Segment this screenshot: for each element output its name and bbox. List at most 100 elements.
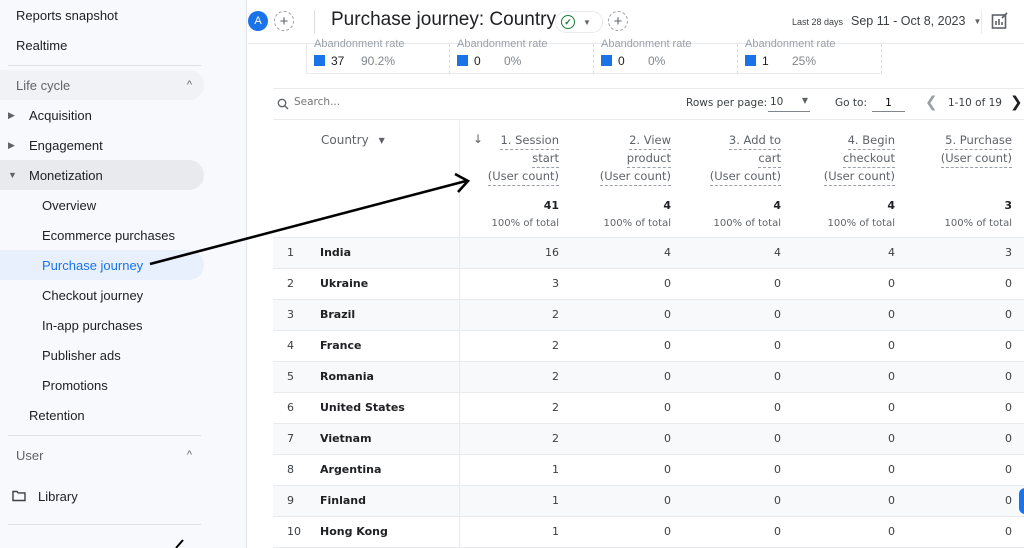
date-range-picker[interactable]: Sep 11 - Oct 8, 2023 ▼	[851, 14, 981, 28]
view-product-cell: 0	[664, 277, 671, 290]
row-index: 5	[287, 370, 294, 383]
sidebar-item-label: Overview	[42, 197, 97, 213]
sidebar-item-in-app-purchases[interactable]: In-app purchases	[0, 310, 204, 340]
date-range-label: Last 28 days	[792, 17, 844, 27]
sidebar-item-purchase-journey[interactable]: Purchase journey	[0, 250, 204, 280]
table-row[interactable]: 9 Finland 1 0 0 0 0	[273, 486, 1024, 517]
sidebar-item-reports-snapshot[interactable]: Reports snapshot	[16, 0, 118, 30]
country-cell: Romania	[320, 370, 374, 383]
caret-down-icon: ▼	[583, 17, 591, 27]
table-row[interactable]: 4 France 2 0 0 0 0	[273, 331, 1024, 362]
sidebar-item-label: In-app purchases	[42, 317, 143, 333]
table-row[interactable]: 8 Argentina 1 0 0 0 0	[273, 455, 1024, 486]
add-to-cart-cell: 0	[774, 339, 781, 352]
add-to-cart-cell: 0	[774, 432, 781, 445]
page-title: Purchase journey: Country	[331, 9, 556, 30]
abandonment-rate: 0%	[648, 54, 666, 68]
sidebar-item-monetization[interactable]: ▼ Monetization	[0, 160, 204, 190]
add-comparison-button[interactable]: +	[274, 11, 294, 31]
sidebar-item-label: Acquisition	[29, 107, 92, 123]
sidebar-item-overview[interactable]: Overview	[0, 190, 204, 220]
view-product-cell: 0	[664, 432, 671, 445]
legend-swatch	[745, 55, 756, 66]
sidebar-item-publisher-ads[interactable]: Publisher ads	[0, 340, 204, 370]
session-start-cell: 1	[552, 494, 559, 507]
folder-icon	[12, 490, 26, 502]
table-row[interactable]: 6 United States 2 0 0 0 0	[273, 393, 1024, 424]
sidebar-item-realtime[interactable]: Realtime	[16, 30, 67, 60]
column-total: 41	[543, 199, 559, 212]
dimension-header-dropdown[interactable]: Country ▼	[321, 133, 385, 147]
goto-label: Go to:	[835, 97, 867, 109]
column-total-pct: 100% of total	[944, 218, 1012, 229]
add-to-cart-cell: 0	[774, 525, 781, 538]
add-to-cart-cell: 0	[774, 370, 781, 383]
sidebar-item-engagement[interactable]: ▶ Engagement	[0, 130, 204, 160]
add-to-cart-cell: 0	[774, 494, 781, 507]
section-lifecycle-toggle[interactable]: Life cycle ^	[0, 70, 204, 100]
customize-report-icon[interactable]	[991, 12, 1009, 30]
column-header-purchase[interactable]: 5. Purchase (User count)	[933, 132, 1012, 168]
column-header-add-to-cart[interactable]: 3. Add to cart (User count)	[703, 132, 781, 186]
sidebar-item-library[interactable]: Library	[12, 481, 78, 511]
header-line: (User count)	[487, 168, 559, 186]
sidebar-item-acquisition[interactable]: ▶ Acquisition	[0, 100, 204, 130]
table-row[interactable]: 7 Vietnam 2 0 0 0 0	[273, 424, 1024, 455]
view-product-cell: 0	[664, 370, 671, 383]
table-row[interactable]: 2 Ukraine 3 0 0 0 0	[273, 269, 1024, 300]
goto-page-input[interactable]	[872, 94, 905, 112]
session-start-cell: 2	[552, 401, 559, 414]
sidebar-item-promotions[interactable]: Promotions	[0, 370, 204, 400]
sort-descending-icon[interactable]: ↓	[473, 132, 483, 146]
next-page-button[interactable]: ❯	[1010, 93, 1023, 111]
column-header-view-product[interactable]: 2. View product (User count)	[593, 132, 671, 186]
data-table: Country ▼ ↓ 1. Session start (User count…	[273, 121, 1024, 548]
country-cell: Brazil	[320, 308, 356, 321]
add-to-cart-cell: 0	[774, 308, 781, 321]
session-start-cell: 2	[552, 339, 559, 352]
abandonment-count: 0	[474, 54, 481, 68]
purchase-cell: 0	[1005, 432, 1012, 445]
view-product-cell: 0	[664, 525, 671, 538]
avatar[interactable]: A	[248, 11, 268, 31]
caret-down-icon: ▼	[378, 136, 385, 145]
previous-page-button[interactable]: ❮	[925, 93, 938, 111]
purchase-cell: 0	[1005, 494, 1012, 507]
section-label: User	[16, 447, 44, 463]
add-filter-button[interactable]: +	[608, 11, 628, 31]
summary-label: Abandonment rate	[601, 38, 692, 50]
summary-label: Abandonment rate	[457, 38, 548, 50]
sidebar-item-checkout-journey[interactable]: Checkout journey	[0, 280, 204, 310]
column-header-session-start[interactable]: 1. Session start (User count)	[483, 132, 559, 186]
header-line: product	[626, 150, 671, 168]
begin-checkout-cell: 0	[888, 401, 895, 414]
begin-checkout-cell: 0	[888, 339, 895, 352]
header-line: 4. Begin	[847, 132, 895, 150]
table-row[interactable]: 5 Romania 2 0 0 0 0	[273, 362, 1024, 393]
section-user-toggle[interactable]: User ^	[0, 440, 204, 470]
purchase-cell: 0	[1005, 277, 1012, 290]
summary-card: Abandonment rate 1 25%	[738, 38, 882, 74]
table-row[interactable]: 1 India 16 4 4 4 3	[273, 238, 1024, 269]
session-start-cell: 16	[545, 246, 559, 259]
sidebar-item-ecommerce-purchases[interactable]: Ecommerce purchases	[0, 220, 204, 250]
purchase-cell: 0	[1005, 525, 1012, 538]
table-row[interactable]: 3 Brazil 2 0 0 0 0	[273, 300, 1024, 331]
view-product-cell: 0	[664, 463, 671, 476]
header-line: cart	[758, 150, 781, 168]
sidebar-item-retention[interactable]: Retention	[0, 400, 204, 430]
caret-right-icon: ▶	[8, 109, 15, 120]
plus-icon: +	[279, 12, 289, 30]
search-input[interactable]	[294, 96, 494, 108]
column-total: 3	[1004, 199, 1012, 212]
rows-per-page-select[interactable]: 10 ▼	[768, 94, 810, 112]
table-row[interactable]: 10 Hong Kong 1 0 0 0 0	[273, 517, 1024, 548]
floating-action-button[interactable]	[1019, 488, 1024, 514]
row-index: 9	[287, 494, 294, 507]
purchase-cell: 0	[1005, 370, 1012, 383]
caret-right-icon: ▶	[8, 139, 15, 150]
report-status-dropdown[interactable]: ✓ ▼	[555, 11, 603, 33]
view-product-cell: 0	[664, 308, 671, 321]
column-header-begin-checkout[interactable]: 4. Begin checkout (User count)	[813, 132, 895, 186]
row-index: 3	[287, 308, 294, 321]
